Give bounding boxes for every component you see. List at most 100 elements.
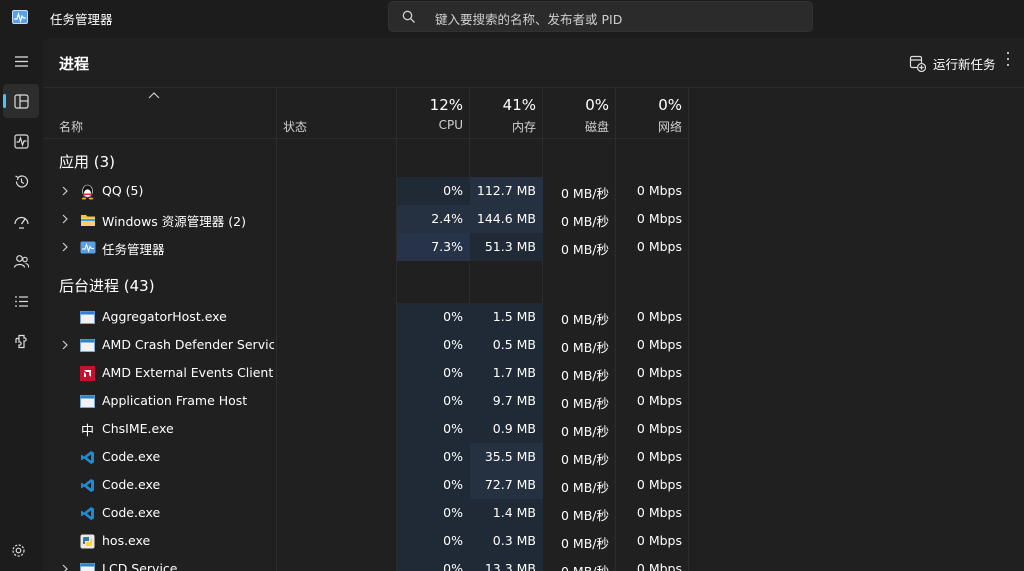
memory-cell: 51.3 MB [470,233,543,261]
chevron-right-icon[interactable] [61,340,69,350]
nav-startup-apps[interactable] [3,204,39,238]
app-window-icon [79,393,96,410]
disk-cell: 0 MB/秒 [561,480,609,495]
hamburger-menu-button[interactable] [3,44,39,78]
table-row[interactable]: 任务管理器 7.3% 51.3 MB 0 MB/秒 0 Mbps [43,233,1024,261]
network-cell: 0 Mbps [636,211,682,226]
table-row[interactable]: Code.exe 0% 72.7 MB 0 MB/秒 0 Mbps [43,471,1024,499]
table-row[interactable]: hos.exe 0% 0.3 MB 0 MB/秒 0 Mbps [43,527,1024,555]
chevron-right-icon[interactable] [61,186,69,196]
memory-cell: 0.9 MB [470,415,543,443]
column-label-name: 名称 [59,120,84,134]
group-title-background: 后台进程 (43) [59,277,155,295]
disk-cell: 0 MB/秒 [561,508,609,523]
group-header-background: 后台进程 (43) [43,261,1024,303]
table-row[interactable]: LCD Service 0% 13.3 MB 0 MB/秒 0 Mbps [43,555,1024,571]
table-row[interactable]: QQ (5) 0% 112.7 MB 0 MB/秒 0 Mbps [43,177,1024,205]
column-header-disk[interactable]: 0% 磁盘 [543,88,616,139]
run-new-task-button[interactable]: 运行新任务 [909,53,996,73]
memory-cell: 144.6 MB [470,205,543,233]
nav-processes[interactable] [3,84,39,118]
disk-cell: 0 MB/秒 [561,536,609,551]
network-cell: 0 Mbps [636,421,682,436]
table-row[interactable]: AMD External Events Client ... 0% 1.7 MB… [43,359,1024,387]
nav-users[interactable] [3,244,39,278]
amd-icon [79,365,96,382]
table-row[interactable]: 中 ChsIME.exe 0% 0.9 MB 0 MB/秒 0 Mbps [43,415,1024,443]
network-cell: 0 Mbps [636,309,682,324]
process-name: AMD External Events Client ... [102,365,274,380]
ime-icon: 中 [80,424,94,439]
network-total-percent: 0% [658,96,682,114]
vscode-icon [79,477,96,494]
column-header-cpu[interactable]: 12% CPU [397,88,470,139]
network-cell: 0 Mbps [636,337,682,352]
cpu-cell: 0% [397,555,470,571]
column-header-status[interactable]: 状态 [277,88,397,139]
app-history-icon [14,174,28,188]
table-row[interactable]: Windows 资源管理器 (2) 2.4% 144.6 MB 0 MB/秒 0… [43,205,1024,233]
chevron-right-icon[interactable] [61,214,69,224]
nav-services[interactable] [3,324,39,358]
cpu-cell: 7.3% [397,233,470,261]
nav-app-history[interactable] [3,164,39,198]
disk-cell: 0 MB/秒 [561,242,609,257]
chevron-right-icon[interactable] [61,564,69,571]
cpu-cell: 0% [397,499,470,527]
column-header-memory[interactable]: 41% 内存 [470,88,543,139]
cpu-cell: 0% [397,387,470,415]
column-header-filler [689,88,1024,139]
table-row[interactable]: AggregatorHost.exe 0% 1.5 MB 0 MB/秒 0 Mb… [43,303,1024,331]
group-header-apps: 应用 (3) [43,139,1024,177]
disk-total-percent: 0% [585,96,609,114]
process-name: Application Frame Host [102,393,248,408]
cpu-cell: 0% [397,443,470,471]
process-name: QQ (5) [102,183,144,198]
search-icon [402,10,415,23]
column-header-network[interactable]: 0% 网络 [616,88,689,139]
run-new-task-label: 运行新任务 [933,56,996,72]
process-name: AMD Crash Defender Service [102,337,274,352]
vscode-icon [79,505,96,522]
column-header-name[interactable]: 名称 [43,88,277,139]
gear-icon[interactable] [10,542,27,559]
process-name: LCD Service [102,561,178,571]
app-window-icon [79,337,96,354]
table-row[interactable]: Code.exe 0% 35.5 MB 0 MB/秒 0 Mbps [43,443,1024,471]
memory-cell: 9.7 MB [470,387,543,415]
process-list: 应用 (3) QQ (5) 0% 112.7 MB 0 MB/秒 0 Mbps … [43,139,1024,571]
disk-cell: 0 MB/秒 [543,555,616,571]
disk-cell: 0 MB/秒 [561,186,609,201]
table-row[interactable]: AMD Crash Defender Service 0% 0.5 MB 0 M… [43,331,1024,359]
left-navigation [0,38,42,571]
chevron-right-icon[interactable] [61,242,69,252]
folder-icon [79,211,96,228]
cpu-cell: 0% [397,331,470,359]
disk-cell: 0 MB/秒 [561,340,609,355]
nav-details[interactable] [3,284,39,318]
table-row[interactable]: Code.exe 0% 1.4 MB 0 MB/秒 0 Mbps [43,499,1024,527]
processes-icon [13,93,29,109]
memory-cell: 1.4 MB [470,499,543,527]
page-header: 进程 运行新任务 [43,38,1024,88]
cpu-total-percent: 12% [429,96,463,114]
search-placeholder: 键入要搜索的名称、发布者或 PID [435,12,623,27]
more-options-icon[interactable] [1007,48,1009,78]
app-title: 任务管理器 [50,12,113,27]
process-name: Windows 资源管理器 (2) [102,214,246,229]
disk-cell: 0 MB/秒 [561,312,609,327]
process-name: Code.exe [102,449,161,464]
process-name: 任务管理器 [102,242,165,257]
table-row[interactable]: Application Frame Host 0% 9.7 MB 0 MB/秒 … [43,387,1024,415]
disk-cell: 0 MB/秒 [561,452,609,467]
disk-cell: 0 MB/秒 [561,396,609,411]
group-title-apps: 应用 (3) [59,153,116,171]
memory-cell: 1.7 MB [470,359,543,387]
process-name: ChsIME.exe [102,421,174,436]
search-box[interactable]: 键入要搜索的名称、发布者或 PID [388,1,813,32]
nav-performance[interactable] [3,124,39,158]
memory-cell: 112.7 MB [470,177,543,205]
startup-icon [13,216,29,229]
network-cell: 0 Mbps [636,183,682,198]
memory-cell: 1.5 MB [470,303,543,331]
